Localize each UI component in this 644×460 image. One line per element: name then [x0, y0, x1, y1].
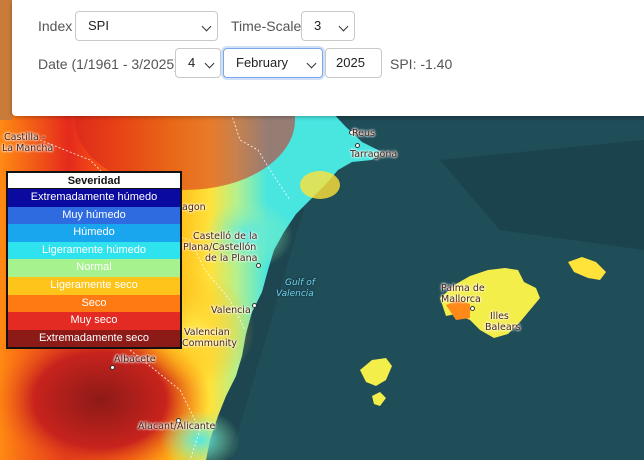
legend-item: Ligeramente húmedo: [8, 241, 180, 260]
legend-item: Seco: [8, 294, 180, 313]
legend-item: Muy húmedo: [8, 206, 180, 225]
label-tarragona: Tarragona: [350, 149, 398, 160]
label-illes: Illes: [490, 311, 509, 322]
label-balears: Balears: [485, 322, 521, 333]
index-select[interactable]: SPI: [75, 11, 218, 41]
spi-readout: SPI: -1.40: [390, 56, 453, 72]
index-label: Index: [38, 18, 73, 34]
city-dot-castello: [256, 263, 261, 268]
label-castello-3: de la Plana: [205, 253, 258, 264]
chevron-down-icon: [338, 21, 349, 32]
chevron-down-icon: [201, 21, 212, 32]
label-albacete: Albacete: [114, 354, 156, 365]
chevron-down-icon: [204, 58, 215, 69]
day-select-value: 4: [188, 55, 196, 70]
label-castello-2: Plana/Castellón: [183, 242, 257, 253]
label-la-mancha: La Mancha: [2, 143, 54, 154]
city-dot-palma: [470, 306, 475, 311]
label-reus: Reus: [352, 128, 375, 139]
legend-item: Extremadamente seco: [8, 329, 180, 348]
legend-rows: Extremadamente húmedo Muy húmedo Húmedo Lig…: [8, 189, 180, 348]
label-alicante: Alacant/Alicante: [138, 421, 216, 432]
label-community: Community: [182, 338, 237, 349]
index-select-value: SPI: [88, 18, 109, 33]
controls-panel: Index SPI Time-Scale 3 Date (1/1961 - 3/…: [12, 0, 644, 116]
city-dot-valencia: [252, 303, 257, 308]
label-mallorca: Mallorca: [441, 294, 481, 305]
month-select[interactable]: February: [223, 48, 323, 78]
year-input[interactable]: 2025: [325, 48, 382, 78]
legend-title: Severidad: [8, 173, 180, 189]
label-valencia: Valencia: [211, 305, 251, 316]
label-valencian: Valencian: [184, 327, 230, 338]
legend-item: Normal: [8, 259, 180, 277]
severity-legend: Severidad Extremadamente húmedo Muy húmed…: [6, 171, 182, 350]
label-palma-de: Palma de: [441, 283, 485, 294]
city-dot-albacete: [110, 365, 115, 370]
label-gulf-valencia: Valencia: [276, 289, 314, 299]
chevron-down-icon: [306, 58, 317, 69]
city-dot-tarragona: [355, 143, 360, 148]
month-select-value: February: [236, 55, 289, 70]
day-select[interactable]: 4: [175, 48, 221, 78]
legend-item: Ligeramente seco: [8, 276, 180, 295]
timescale-label: Time-Scale: [231, 18, 302, 34]
year-input-value: 2025: [336, 55, 365, 70]
legend-item: Muy seco: [8, 312, 180, 330]
label-castello-1: Castelló de la: [193, 231, 258, 242]
legend-item: Húmedo: [8, 224, 180, 242]
date-label: Date (1/1961 - 3/2025): [38, 56, 179, 72]
label-castilla: Castilla -: [4, 132, 46, 143]
timescale-select-value: 3: [314, 18, 322, 33]
label-aragon: agon: [182, 202, 206, 213]
label-gulf-of: Gulf of: [285, 278, 315, 288]
legend-item: Extremadamente húmedo: [8, 189, 180, 207]
timescale-select[interactable]: 3: [301, 11, 355, 41]
